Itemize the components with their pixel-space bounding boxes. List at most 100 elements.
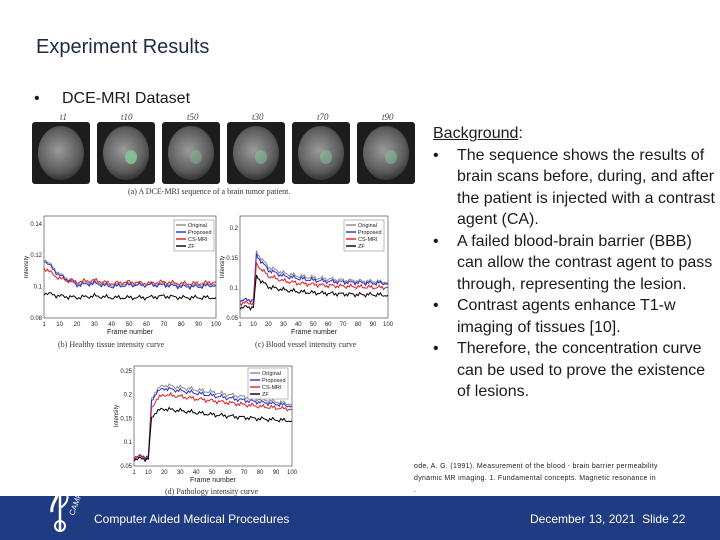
frame-label: t1: [60, 112, 68, 122]
mri-scan-image: [292, 122, 350, 184]
logo-text: CAMP: [67, 492, 83, 517]
x-tick-label: 10: [145, 470, 152, 476]
x-tick-label: 40: [193, 470, 200, 476]
legend-label: ZF: [358, 244, 365, 250]
x-tick-label: 90: [370, 322, 377, 328]
x-tick-label: 20: [74, 322, 81, 328]
y-axis-label: Intensity: [114, 405, 120, 427]
x-tick-label: 90: [195, 322, 202, 328]
legend-label: Original: [188, 223, 207, 229]
background-bullet: • A failed blood-brain barrier (BBB) can…: [433, 231, 715, 296]
x-tick-label: 40: [108, 322, 115, 328]
caption-b: (b) Healthy tissue intensity curve: [58, 340, 165, 349]
legend-label: CS-MRI: [262, 385, 282, 391]
legend-label: Original: [358, 223, 377, 229]
x-tick-label: 60: [143, 322, 150, 328]
legend-label: Original: [262, 371, 281, 377]
x-tick-label: 50: [310, 322, 317, 328]
caption-d: (d) Pathology intensity curve: [165, 487, 259, 496]
blood-vessel-chart: 1 10 20 30 40 50 60 70 80 90 100 0.05 0.1 0.15 0.2 Fram…: [220, 215, 394, 336]
y-tick-label: 0.1: [34, 285, 43, 291]
bullet-marker: •: [433, 146, 439, 164]
mri-scan-image: [162, 122, 220, 184]
slide-number: Slide 22: [642, 512, 686, 526]
slide-title: Experiment Results: [36, 36, 210, 58]
background-bullet-text: A failed blood-brain barrier (BBB) can a…: [457, 232, 713, 293]
y-tick-label: 0.25: [120, 369, 132, 375]
camp-logo: CAMP: [46, 460, 84, 532]
x-tick-label: 60: [325, 322, 332, 328]
x-tick-label: 100: [287, 470, 298, 476]
chart-legend: OriginalProposedCS-MRIZF: [247, 367, 289, 400]
legend-label: Proposed: [262, 378, 286, 384]
caption-a: (a) A DCE-MRI sequence of a brain tumor …: [128, 187, 291, 196]
x-tick-label: 1: [238, 322, 242, 328]
x-tick-label: 10: [250, 322, 257, 328]
citation-line: ode, A. G. (1991). Measurement of the bl…: [414, 463, 658, 470]
legend-label: CS-MRI: [188, 237, 208, 243]
legend-label: ZF: [262, 392, 269, 398]
mri-scan-image: [97, 122, 155, 184]
chart-legend: OriginalProposedCS-MRIZF: [343, 219, 385, 252]
legend-label: CS-MRI: [358, 237, 378, 243]
background-bullet-text: The sequence shows the results of brain …: [457, 146, 715, 229]
x-tick-label: 70: [241, 470, 248, 476]
x-tick-label: 50: [126, 322, 133, 328]
bullet-marker: •: [433, 232, 439, 250]
x-tick-label: 80: [178, 322, 185, 328]
x-tick-label: 40: [295, 322, 302, 328]
legend-label: ZF: [188, 244, 195, 250]
frame-label: t30: [252, 112, 264, 122]
x-axis-label: Frame number: [291, 329, 338, 336]
background-bullet: • Therefore, the concentration curve can…: [433, 338, 715, 403]
mri-scan-image: [32, 122, 90, 184]
x-tick-label: 1: [132, 470, 136, 476]
background-bullet-text: Contrast agents enhance T1-w imaging of …: [457, 297, 676, 336]
chart-legend: OriginalProposedCS-MRIZF: [173, 219, 215, 252]
x-tick-label: 70: [340, 322, 347, 328]
y-tick-label: 0.1: [124, 440, 133, 446]
y-tick-label: 0.1: [230, 286, 239, 292]
dataset-bullet-text: DCE-MRI Dataset: [62, 90, 191, 107]
footer-date: December 13, 2021: [530, 512, 636, 526]
y-axis-label: Intensity: [24, 256, 30, 278]
legend-label: Proposed: [188, 230, 212, 236]
x-tick-label: 30: [91, 322, 98, 328]
background-heading-row: Background:: [433, 123, 715, 145]
bullet-marker: •: [433, 297, 439, 314]
x-tick-label: 1: [42, 322, 46, 328]
healthy-tissue-chart: 1 10 20 30 40 50 60 70 80 90 1000.080.10.120.14Fra…: [24, 215, 222, 336]
x-tick-label: 50: [209, 470, 216, 476]
y-tick-label: 0.05: [226, 316, 238, 322]
frame-label: t50: [187, 112, 199, 122]
footer-date-slide: December 13, 2021 Slide 22: [530, 512, 685, 526]
y-tick-label: 0.15: [226, 256, 238, 262]
x-tick-label: 60: [225, 470, 232, 476]
x-tick-label: 100: [383, 322, 394, 328]
background-text-block: Background: • The sequence shows the res…: [433, 123, 715, 403]
y-tick-label: 0.15: [120, 416, 132, 422]
y-tick-label: 0.05: [120, 464, 132, 470]
y-tick-label: 0.2: [230, 226, 239, 232]
y-tick-label: 0.14: [30, 222, 42, 228]
frame-label: t10: [121, 112, 133, 122]
x-axis-label: Frame number: [107, 329, 154, 336]
background-bullet: • The sequence shows the results of brai…: [433, 145, 715, 231]
y-tick-label: 0.08: [30, 316, 42, 322]
x-tick-label: 10: [56, 322, 63, 328]
caption-c: (c) Blood vessel intensity curve: [255, 340, 357, 349]
citation-line: dynamic MR imaging. 1. Fundamental conce…: [414, 475, 656, 482]
background-heading: Background: [433, 125, 519, 142]
x-tick-label: 20: [161, 470, 168, 476]
pathology-chart: 1 10 20 30 40 50 60 70 80 90 100 0.05 0.1 0.15 0.2 0.25…: [114, 365, 298, 484]
x-axis-label: Frame number: [190, 477, 237, 484]
x-tick-label: 80: [355, 322, 362, 328]
background-bullet-text: Therefore, the concentration curve can b…: [457, 340, 706, 400]
mri-scan-image: [357, 122, 415, 184]
y-axis-label: Intensity: [220, 256, 226, 278]
x-tick-label: 70: [161, 322, 168, 328]
citation: ode, A. G. (1991). Measurement of the bl…: [414, 461, 714, 497]
x-tick-label: 30: [280, 322, 287, 328]
bullet-marker: •: [34, 90, 40, 107]
x-tick-label: 80: [257, 470, 264, 476]
